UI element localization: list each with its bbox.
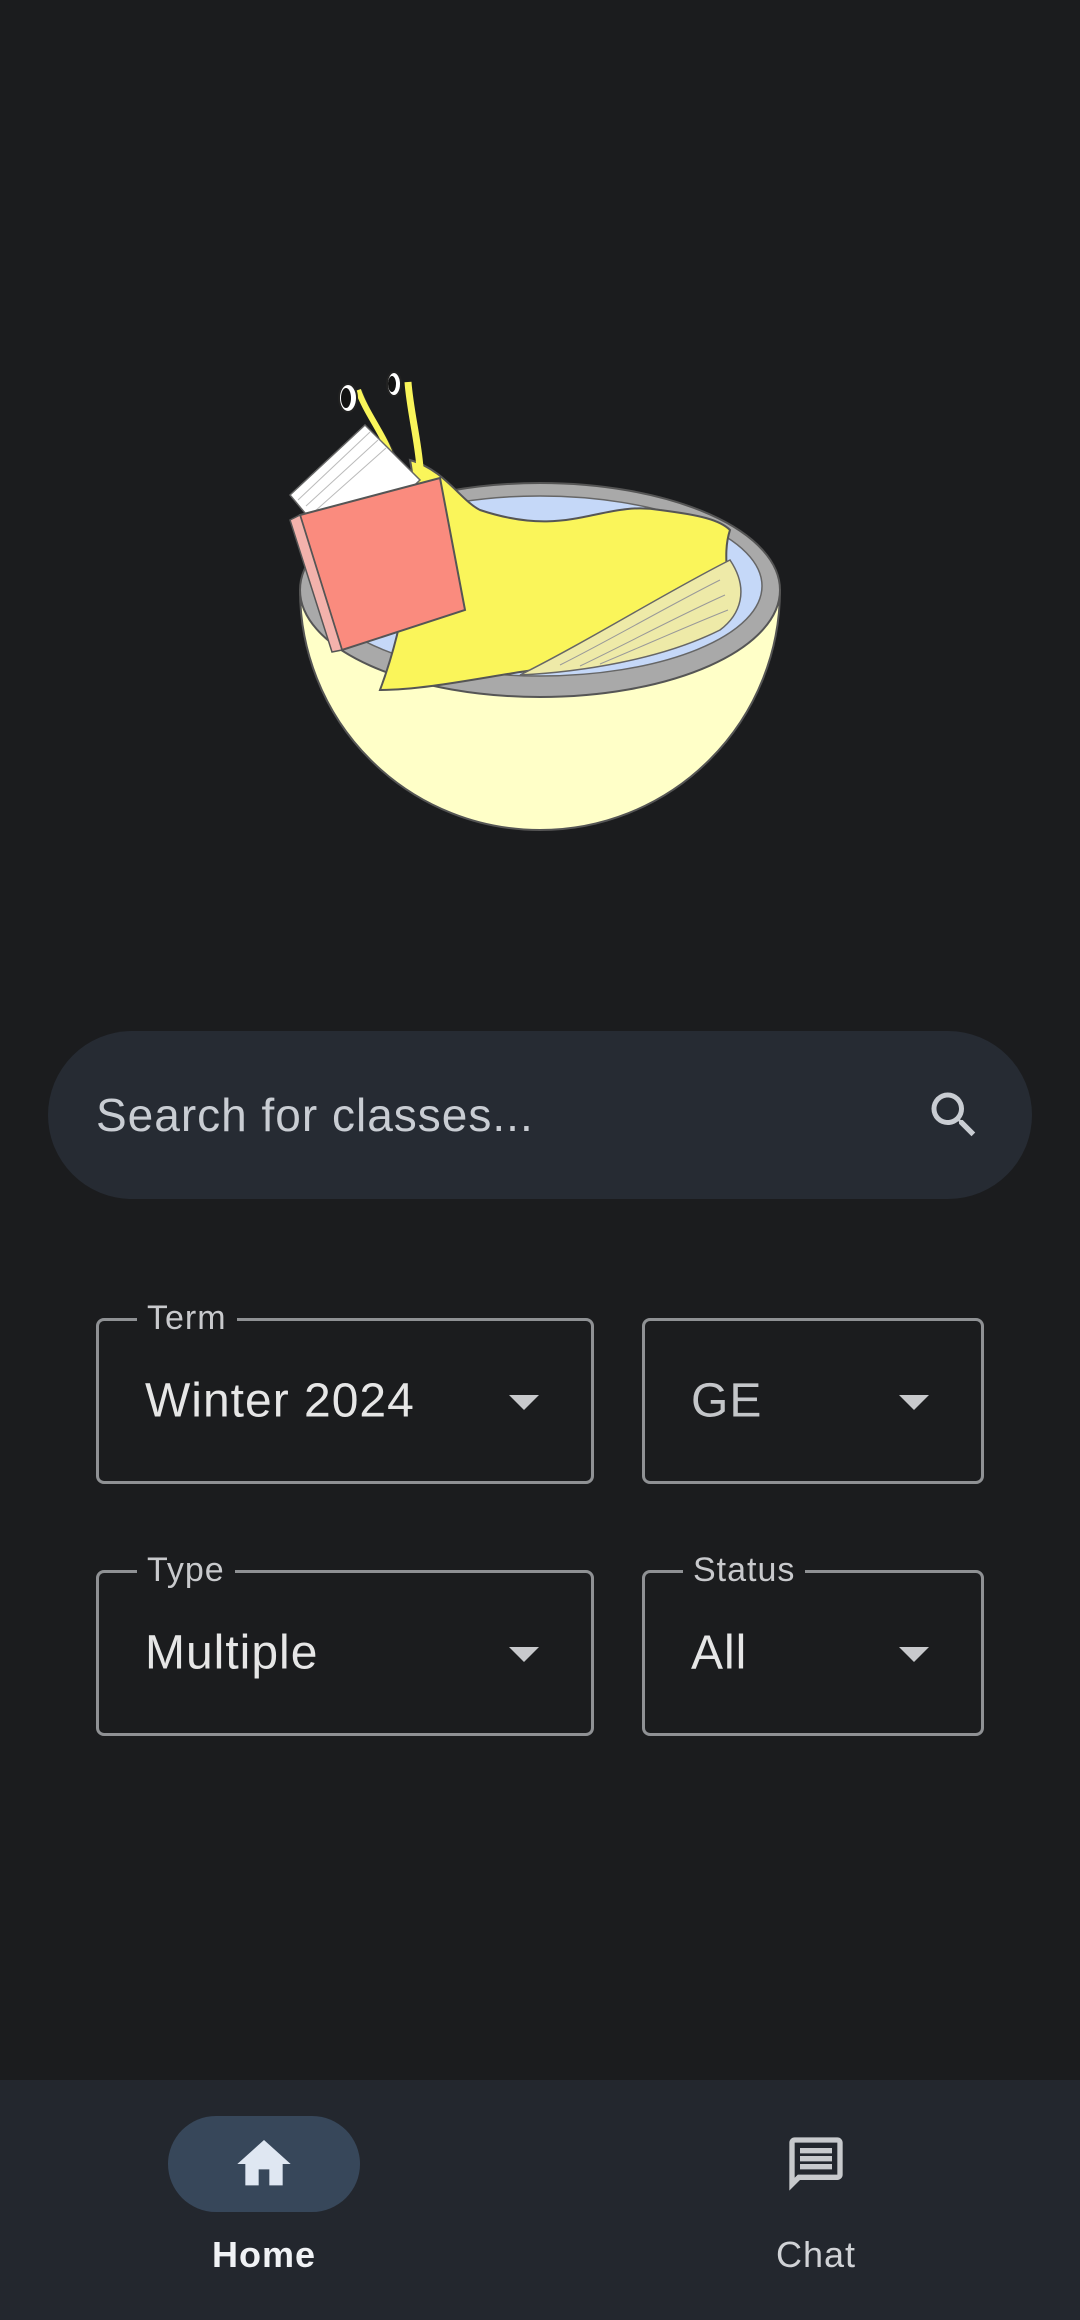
status-value: All	[691, 1626, 748, 1680]
chat-icon	[789, 2137, 843, 2191]
type-dropdown[interactable]: Type Multiple	[96, 1551, 594, 1736]
nav-label-home: Home	[211, 2234, 317, 2275]
nav-item-home[interactable]: Home	[114, 2116, 414, 2286]
ge-dropdown[interactable]: GE	[642, 1318, 984, 1484]
status-label: Status	[683, 1551, 806, 1590]
search-icon[interactable]	[924, 1085, 984, 1145]
slug-bowl-illustration	[288, 371, 782, 831]
term-dropdown[interactable]: Term Winter 2024	[96, 1299, 594, 1484]
bottom-navigation: Home Chat	[0, 2080, 1080, 2320]
status-dropdown[interactable]: Status All	[642, 1551, 984, 1736]
nav-label-chat: Chat	[775, 2234, 857, 2275]
term-label: Term	[137, 1299, 237, 1338]
chevron-down-icon	[509, 1647, 539, 1662]
search-input[interactable]: Search for classes...	[96, 1088, 924, 1142]
chevron-down-icon	[509, 1395, 539, 1410]
home-icon	[237, 2140, 291, 2186]
type-label: Type	[137, 1551, 235, 1590]
search-bar[interactable]: Search for classes...	[48, 1031, 1032, 1199]
chevron-down-icon	[899, 1395, 929, 1410]
nav-home-indicator	[168, 2116, 360, 2212]
ge-value: GE	[691, 1374, 763, 1428]
nav-item-chat[interactable]: Chat	[666, 2116, 966, 2286]
type-value: Multiple	[145, 1626, 319, 1680]
nav-chat-indicator	[720, 2116, 912, 2212]
chevron-down-icon	[899, 1647, 929, 1662]
term-value: Winter 2024	[145, 1374, 415, 1428]
